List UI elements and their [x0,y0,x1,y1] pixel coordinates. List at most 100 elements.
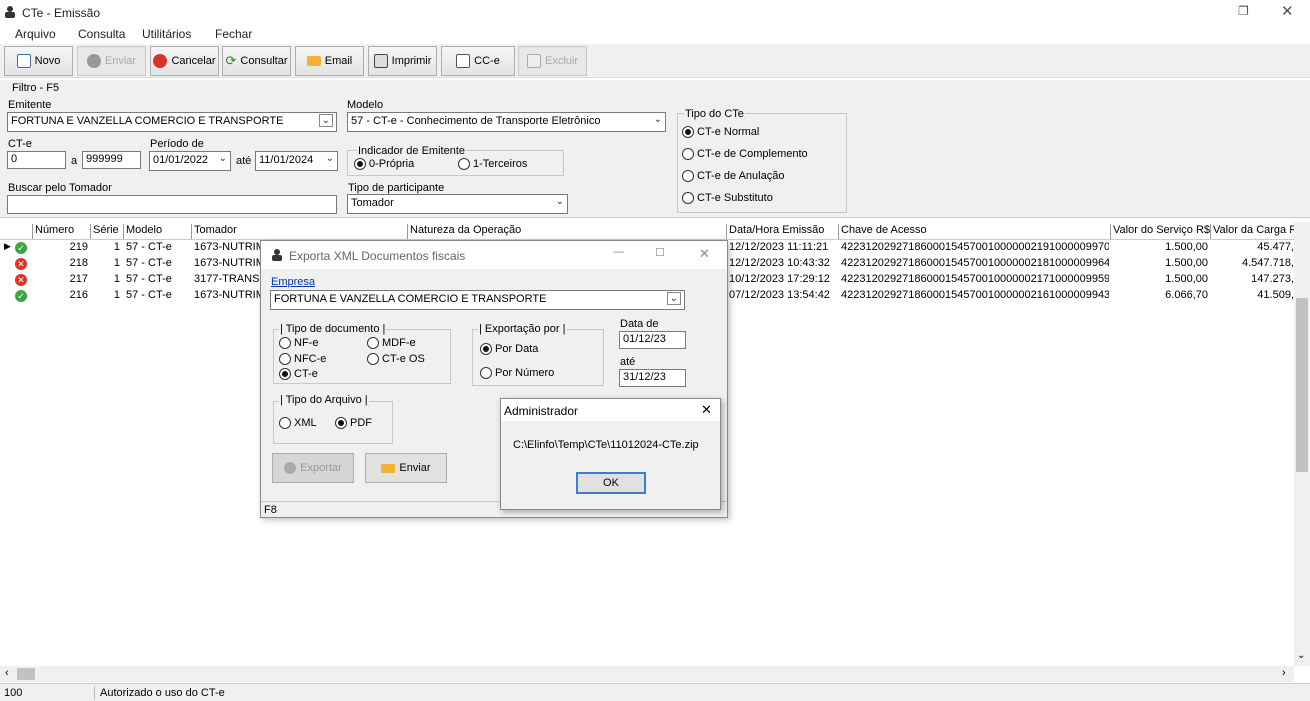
row-tomador: 1673-NUTRIM [194,289,260,301]
status-error-icon: ✕ [15,274,27,286]
a-label: a [71,155,78,167]
chevron-down-icon: ⌄ [218,153,227,164]
data-de-input[interactable]: 01/12/23 [619,331,686,349]
por-data-radio[interactable]: Por Data [480,343,538,355]
scroll-right-icon[interactable]: › [1282,667,1286,679]
tipo-anulacao-radio[interactable]: CT-e de Anulação [682,170,784,182]
consultar-button[interactable]: ⟳ Consultar [222,46,291,76]
status-ok-icon: ✓ [15,242,27,254]
col-tomador[interactable]: Tomador [191,224,407,239]
close-icon[interactable]: ✕ [699,246,710,262]
buscar-label: Buscar pelo Tomador [8,182,112,194]
indicador-terceiros-radio[interactable]: 1-Terceiros [458,158,527,170]
email-button[interactable]: Email [295,46,364,76]
menu-arquivo[interactable]: Arquivo [15,27,56,41]
close-icon[interactable]: ✕ [1281,2,1294,20]
enviar-button[interactable]: Enviar [77,46,146,76]
doc-nfce-radio[interactable]: NFC-e [279,353,326,365]
filter-title: Filtro - F5 [12,82,60,94]
data-ate-label: até [620,356,636,368]
excluir-button[interactable]: Excluir [518,46,587,76]
row-chave: 4223120292718600015457001000000217100000… [841,273,1109,285]
export-dialog-titlebar: Exporta XML Documentos fiscais — ☐ ✕ [261,241,727,269]
buscar-tomador-input[interactable] [7,195,337,214]
col-numero[interactable]: Número [32,224,90,239]
maximize-icon[interactable]: ☐ [655,246,665,259]
dialog-app-icon [271,248,283,264]
email-icon [381,463,396,473]
close-icon[interactable]: ✕ [701,402,712,418]
menu-utilitarios[interactable]: Utilitários [142,27,191,41]
row-data: 12/12/2023 11:11:21 [729,241,829,253]
tipo-documento-label: | Tipo de documento | [279,323,387,335]
col-chave[interactable]: Chave de Acesso [838,224,1110,239]
arquivo-pdf-radio[interactable]: PDF [335,417,372,429]
imprimir-button[interactable]: Imprimir [368,46,437,76]
menu-bar: Arquivo Consulta Utilitários Fechar [0,24,1310,44]
tipo-arquivo-label: | Tipo do Arquivo | [279,394,369,406]
cce-button[interactable]: CC-e [441,46,515,76]
row-modelo: 57 - CT-e [126,273,172,285]
scroll-thumb-h[interactable] [17,668,35,680]
participante-select[interactable]: Tomador ⌄ [347,194,568,214]
indicador-propria-radio[interactable]: 0-Própria [354,158,414,170]
novo-button[interactable]: Novo [4,46,73,76]
row-carga: 4.547.718, [1242,257,1294,269]
doc-cteos-radio[interactable]: CT-e OS [367,353,425,365]
status-divider [94,686,95,700]
row-numero: 219 [69,241,88,253]
tipo-substituto-radio[interactable]: CT-e Substituto [682,192,773,204]
modelo-select[interactable]: 57 - CT-e - Conhecimento de Transporte E… [347,112,666,132]
por-numero-radio[interactable]: Por Número [480,367,554,379]
emitente-label: Emitente [8,99,52,111]
status-bar: 100 Autorizado o uso do CT-e [0,683,1310,701]
row-serie: 1 [113,241,120,253]
scroll-down-icon[interactable]: ⌄ [1297,650,1305,661]
data-ate-input[interactable]: 31/12/23 [619,369,686,387]
col-valor[interactable]: Valor do Serviço R$ [1110,224,1210,239]
row-tomador: 3177-TRANSF [194,273,260,285]
enviar-button[interactable]: Enviar [365,453,447,483]
refresh-icon: ⟳ [225,53,237,68]
minimize-icon[interactable]: — [613,246,624,258]
participante-label: Tipo de participante [348,182,445,194]
empresa-select[interactable]: FORTUNA E VANZELLA COMERCIO E TRANSPORTE… [270,290,685,310]
col-serie[interactable]: Série [90,224,123,239]
row-pointer-icon: ▶ [4,241,11,251]
periodo-to-date[interactable]: 11/01/2024 ⌄ [255,151,338,171]
col-data[interactable]: Data/Hora Emissão [726,224,838,239]
col-modelo[interactable]: Modelo [123,224,191,239]
horizontal-scrollbar[interactable]: ‹ › [0,666,1294,682]
send-icon [86,54,101,68]
arquivo-xml-radio[interactable]: XML [279,417,317,429]
title-bar: CTe - Emissão ❐ ✕ [0,0,1310,24]
scroll-left-icon[interactable]: ‹ [5,667,9,679]
doc-cte-radio[interactable]: CT-e [279,368,318,380]
tipo-normal-radio[interactable]: CT-e Normal [682,126,759,138]
col-carga[interactable]: Valor da Carga R$ [1210,224,1294,239]
cte-to-input[interactable]: 999999 [82,151,141,169]
tipo-complemento-radio[interactable]: CT-e de Complemento [682,148,808,160]
delete-icon [526,54,541,68]
restore-icon[interactable]: ❐ [1238,4,1249,18]
col-natureza[interactable]: Natureza da Operação [407,224,726,239]
ok-button[interactable]: OK [576,472,646,494]
window-title: CTe - Emissão [22,6,101,20]
status-ok-icon: ✓ [15,290,27,302]
exportar-button[interactable]: Exportar [272,453,354,483]
row-carga: 45.477, [1257,241,1294,253]
empresa-label: Empresa [271,276,316,288]
vertical-scrollbar[interactable]: ⌄ [1294,222,1310,666]
new-document-icon [16,54,31,68]
periodo-from-date[interactable]: 01/01/2022 ⌄ [149,151,231,171]
emitente-select[interactable]: FORTUNA E VANZELLA COMERCIO E TRANSPORTE… [7,112,337,132]
cte-from-input[interactable]: 0 [7,151,66,169]
menu-consulta[interactable]: Consulta [78,27,125,41]
row-serie: 1 [113,289,120,301]
row-valor: 1.500,00 [1165,257,1208,269]
doc-nfe-radio[interactable]: NF-e [279,337,318,349]
cancelar-button[interactable]: Cancelar [150,46,219,76]
scroll-thumb[interactable] [1296,298,1308,472]
menu-fechar[interactable]: Fechar [215,27,252,41]
doc-mdfe-radio[interactable]: MDF-e [367,337,416,349]
